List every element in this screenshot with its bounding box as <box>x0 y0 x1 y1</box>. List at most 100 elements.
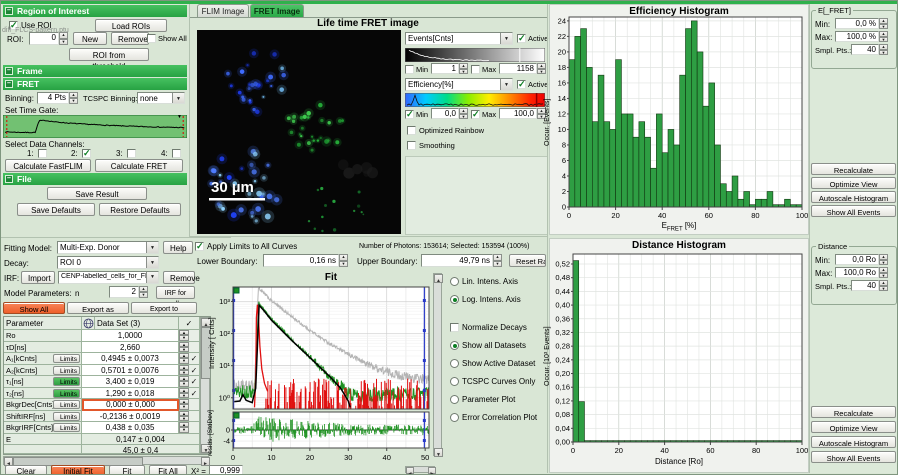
value-spinner[interactable] <box>179 388 189 400</box>
efficiency-min-input[interactable]: 0,0 <box>431 108 459 119</box>
channel-4-checkbox[interactable] <box>172 149 181 158</box>
efficiency-active-checkbox[interactable] <box>517 80 526 89</box>
radio-tcspc-curves-only[interactable] <box>450 377 459 386</box>
chevron-down-icon[interactable] <box>500 33 512 44</box>
distance-max-spinner[interactable] <box>879 267 888 278</box>
value-spinner[interactable] <box>179 365 189 377</box>
row-checkbox[interactable] <box>189 399 200 411</box>
radio-show-all-datasets[interactable] <box>450 341 459 350</box>
distance-histogram[interactable]: 0,000,040,080,120,160,200,240,280,320,36… <box>549 238 809 473</box>
param-value-highlighted[interactable]: 0,000 ± 0,000 <box>82 399 179 411</box>
model-parameters-spinner[interactable] <box>139 286 148 298</box>
show-all-button[interactable]: Show All <box>3 302 65 314</box>
collapse-icon[interactable] <box>5 80 13 88</box>
time-gate-plot[interactable] <box>3 115 187 138</box>
section-header-fret[interactable]: FRET <box>3 78 187 90</box>
events-active-checkbox[interactable] <box>517 34 526 43</box>
efret-min-spinner[interactable] <box>879 18 888 29</box>
limits-button[interactable]: Limits <box>53 400 80 409</box>
efficiency-min-checkbox[interactable] <box>405 110 414 119</box>
globe-icon[interactable] <box>82 317 95 330</box>
events-min-input[interactable]: 1 <box>431 63 459 74</box>
efficiency-min-spinner[interactable] <box>459 108 468 119</box>
export-ascii-button[interactable]: Export as ASCII <box>67 302 129 314</box>
recalculate-histogram-button-efficiency[interactable]: Recalculate Histogram <box>811 163 896 175</box>
show-all-events-button-efficiency[interactable]: Show All Events <box>811 205 896 217</box>
chevron-down-icon[interactable] <box>146 272 158 283</box>
radio-lin-intens-axis[interactable] <box>450 277 459 286</box>
efret-sample-points-spinner[interactable] <box>879 44 888 55</box>
fit-plot-vertical-scrollbar[interactable] <box>433 273 442 456</box>
save-defaults-button[interactable]: Save Defaults <box>17 203 95 216</box>
efficiency-histogram[interactable]: 024681012141618202224020406080100 <box>549 4 809 235</box>
fit-all-button[interactable]: Fit All <box>149 465 187 475</box>
binning-spinner[interactable] <box>69 92 78 104</box>
row-checkbox[interactable] <box>189 330 200 342</box>
distance-min-input[interactable]: 0,0 Ro <box>835 254 879 265</box>
load-rois-button[interactable]: Load ROIs <box>95 19 167 32</box>
irf-dropdown[interactable]: CENP-labelled_cells_for_FRET <box>58 271 159 284</box>
column-header-check[interactable]: ✓ <box>179 317 200 330</box>
row-checkbox[interactable] <box>189 353 200 365</box>
value-spinner[interactable] <box>179 422 189 434</box>
clear-button[interactable]: Clear <box>5 465 47 475</box>
remove-roi-button[interactable]: Remove <box>111 32 149 45</box>
param-value[interactable]: 3,400 ± 0,019 <box>82 376 179 388</box>
value-spinner[interactable] <box>179 330 189 342</box>
efret-sample-points-input[interactable]: 40 <box>851 44 879 55</box>
autoscale-histogram-button-efficiency[interactable]: Autoscale Histogram <box>811 191 896 203</box>
tcspc-binning-dropdown[interactable]: none <box>137 92 185 104</box>
row-checkbox[interactable] <box>189 342 200 354</box>
remove-irf-button[interactable]: Remove <box>163 271 195 284</box>
column-header-parameter[interactable]: Parameter <box>4 317 82 330</box>
flim-image-canvas[interactable]: 30 µm <box>197 30 401 234</box>
fit-plot[interactable]: 10³10²10¹10⁰0-401020304050 <box>213 269 444 464</box>
optimize-view-button-distance[interactable]: Optimize View <box>811 421 896 433</box>
show-all-events-button-distance[interactable]: Show All Events <box>811 451 896 463</box>
collapse-icon[interactable] <box>5 67 13 75</box>
autoscale-histogram-button-distance[interactable]: Autoscale Histogram <box>811 436 896 448</box>
scroll-right-icon[interactable] <box>428 467 436 474</box>
events-max-checkbox[interactable] <box>471 65 480 74</box>
upper-boundary-spinner[interactable] <box>493 254 502 267</box>
limits-button[interactable]: Limits <box>53 423 80 432</box>
events-max-input[interactable]: 1158 <box>499 63 537 74</box>
new-roi-button[interactable]: New <box>73 32 107 45</box>
row-checkbox[interactable] <box>189 365 200 377</box>
param-value[interactable]: 0,5701 ± 0,0076 <box>82 365 179 377</box>
smoothing-checkbox[interactable] <box>407 141 416 150</box>
scroll-up-icon[interactable] <box>434 274 443 283</box>
optimize-view-button-efficiency[interactable]: Optimize View <box>811 177 896 189</box>
value-spinner[interactable] <box>179 411 189 423</box>
chevron-down-icon[interactable] <box>172 93 184 103</box>
table-horizontal-scrollbar[interactable] <box>3 456 209 465</box>
tab-fret-image[interactable]: FRET Image <box>250 4 304 17</box>
distance-min-spinner[interactable] <box>879 254 888 265</box>
apply-limits-checkbox[interactable] <box>195 242 204 251</box>
limits-button[interactable]: Limits <box>53 354 80 363</box>
param-value[interactable]: 1,290 ± 0,018 <box>82 388 179 400</box>
radio-log-intens-axis[interactable] <box>450 295 459 304</box>
distance-max-input[interactable]: 100,0 Ro <box>835 267 879 278</box>
collapse-icon[interactable] <box>5 175 13 183</box>
distance-sample-points-input[interactable]: 40 <box>851 280 879 291</box>
section-header-frame[interactable]: Frame <box>3 65 187 77</box>
efficiency-max-checkbox[interactable] <box>471 110 480 119</box>
row-checkbox[interactable] <box>189 411 200 423</box>
roi-spinner-value[interactable]: 0 <box>29 32 59 45</box>
section-header-roi[interactable]: Region of Interest <box>3 5 187 17</box>
chevron-down-icon[interactable] <box>146 242 158 253</box>
value-spinner[interactable] <box>179 342 189 354</box>
efret-max-spinner[interactable] <box>879 31 888 42</box>
limits-button[interactable]: Limits <box>53 366 80 375</box>
help-button[interactable]: Help <box>163 241 193 254</box>
time-gate-chevron-icon[interactable]: ▼ <box>177 114 182 120</box>
limits-button[interactable]: Limits <box>53 377 80 386</box>
initial-fit-button[interactable]: Initial Fit <box>51 465 105 475</box>
scroll-down-icon[interactable] <box>434 448 443 457</box>
roi-spinner[interactable] <box>59 32 68 45</box>
irf-for-all-button[interactable]: IRF for all <box>156 286 195 299</box>
param-value[interactable]: 2,660 <box>82 342 179 354</box>
distance-sample-points-spinner[interactable] <box>879 280 888 291</box>
import-irf-button[interactable]: Import <box>21 271 55 284</box>
